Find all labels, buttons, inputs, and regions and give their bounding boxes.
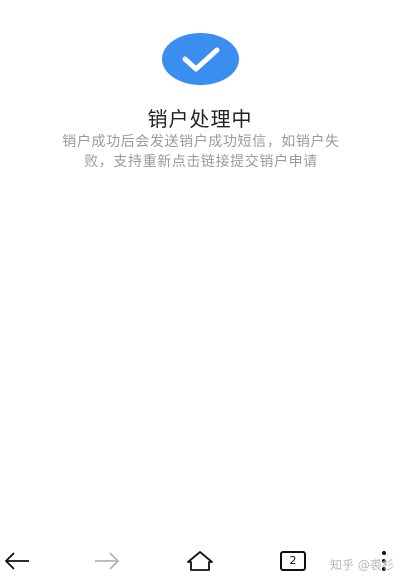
watermark: 知乎 @裘杉	[330, 558, 394, 572]
tabs-icon: 2	[280, 551, 306, 571]
success-check-badge	[162, 33, 239, 85]
home-button[interactable]	[184, 546, 216, 576]
status-message: 销户成功后会发送销户成功短信，如销户失败，支持重新点击链接提交销户申请	[62, 134, 340, 170]
check-icon	[182, 47, 219, 72]
tabs-button[interactable]: 2	[278, 546, 308, 576]
arrow-left-icon	[4, 552, 29, 570]
home-icon	[187, 551, 213, 571]
back-button[interactable]	[0, 546, 34, 576]
forward-button[interactable]	[90, 546, 124, 576]
account-cancellation-page: 销户处理中 销户成功后会发送销户成功短信，如销户失败，支持重新点击链接提交销户申…	[0, 0, 400, 581]
status-title: 销户处理中	[147, 107, 253, 131]
arrow-right-icon	[95, 552, 120, 570]
